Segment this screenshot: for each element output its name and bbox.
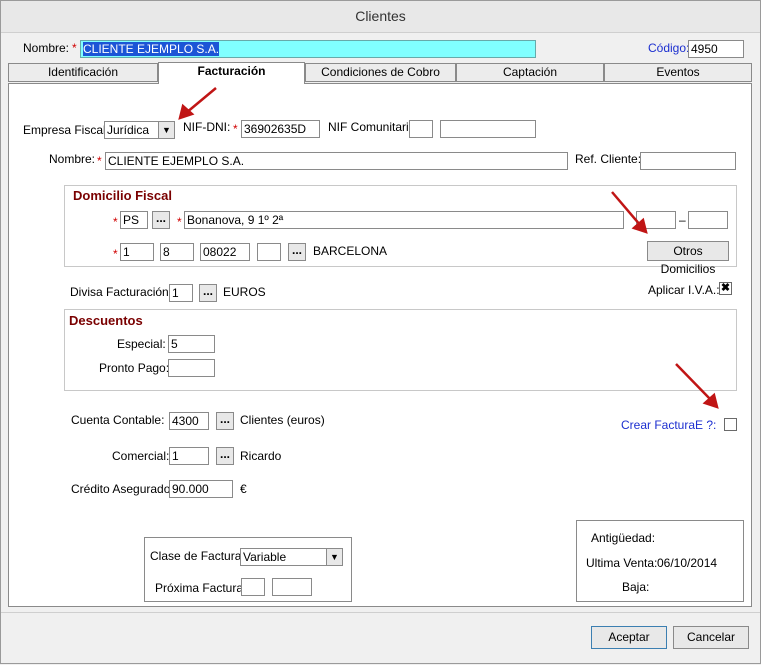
annotation-arrows — [178, 87, 719, 409]
arrow-otros-domicilios-icon — [611, 191, 642, 227]
arrow-crear-facturae-icon — [675, 363, 712, 401]
arrow-empresa-fiscal-icon — [185, 87, 217, 114]
tab-facturacion[interactable]: Facturación — [158, 62, 305, 84]
